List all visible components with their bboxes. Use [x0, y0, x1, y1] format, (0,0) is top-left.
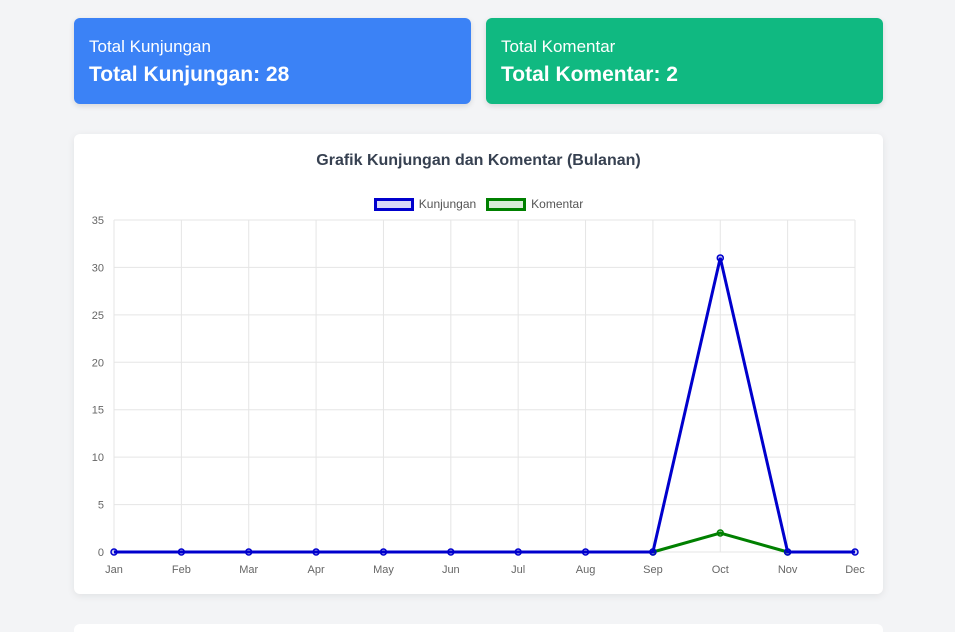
data-point-kunjungan — [851, 548, 859, 556]
x-tick-label: Aug — [576, 564, 596, 576]
x-tick-label: May — [373, 564, 394, 576]
data-point-kunjungan — [244, 548, 253, 556]
total-comments-value: Total Komentar: 2 — [501, 63, 678, 86]
y-tick-label: 10 — [92, 452, 104, 464]
x-tick-label: Oct — [712, 564, 729, 576]
y-tick-label: 20 — [92, 357, 104, 369]
y-tick-label: 35 — [92, 215, 104, 227]
data-point-kunjungan — [379, 548, 388, 556]
x-tick-label: Nov — [778, 564, 798, 576]
data-point-kunjungan — [177, 548, 186, 556]
x-tick-label: Jan — [105, 564, 123, 576]
data-point-kunjungan — [783, 548, 792, 556]
y-tick-label: 0 — [98, 547, 104, 559]
x-tick-label: Mar — [239, 564, 258, 576]
data-point-kunjungan — [447, 548, 455, 556]
total-comments-label: Total Komentar — [501, 37, 616, 56]
y-tick-label: 30 — [92, 262, 104, 274]
total-visits-value: Total Kunjungan: 28 — [89, 63, 290, 86]
series-line-kunjungan — [114, 257, 855, 554]
data-point-kunjungan — [649, 548, 657, 556]
y-tick-label: 15 — [92, 405, 104, 417]
data-point-kunjungan — [312, 548, 320, 556]
total-visits-label: Total Kunjungan — [89, 37, 211, 56]
stats-row: Total Kunjungan Total Kunjungan: 28 Tota… — [74, 18, 883, 104]
next-card — [74, 624, 883, 632]
y-tick-label: 5 — [98, 500, 104, 512]
total-comments-card: Total Komentar Total Komentar: 2 — [486, 18, 883, 104]
x-tick-label: Feb — [172, 564, 191, 576]
y-tick-label: 25 — [92, 310, 104, 322]
x-tick-label: Jun — [442, 564, 460, 576]
line-chart: 0 5 10 15 20 25 30 35 Jan Feb Mar Apr May Jun Jul Aug Se… — [92, 215, 866, 576]
data-point-komentar — [716, 529, 725, 537]
chart-card: Grafik Kunjungan dan Komentar (Bulanan) … — [74, 134, 883, 594]
data-point-kunjungan — [514, 548, 522, 556]
total-visits-card: Total Kunjungan Total Kunjungan: 28 — [74, 18, 471, 104]
x-tick-label: Sep — [643, 564, 663, 576]
x-tick-label: Jul — [511, 564, 525, 576]
data-point-kunjungan — [581, 548, 590, 556]
x-tick-label: Apr — [308, 564, 325, 576]
data-point-kunjungan — [716, 254, 725, 262]
x-tick-label: Dec — [845, 564, 865, 576]
data-point-kunjungan — [110, 548, 118, 556]
